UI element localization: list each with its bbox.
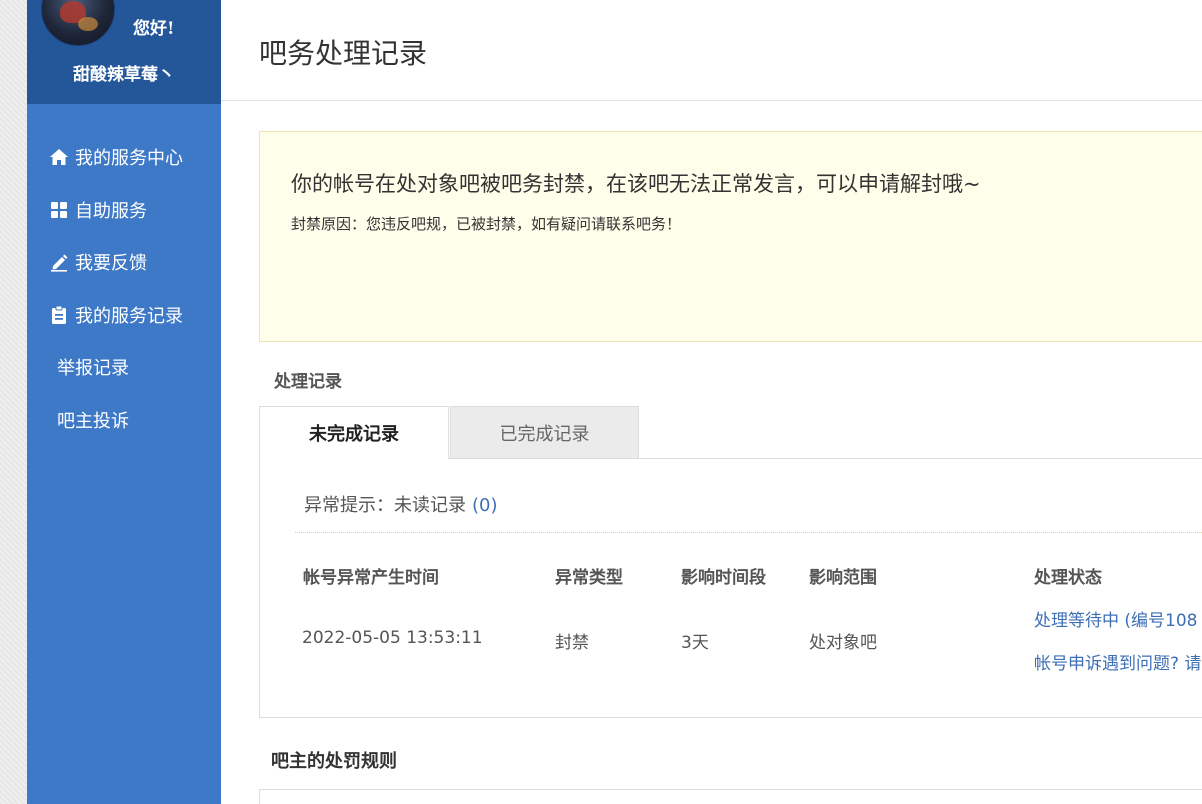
column-header-duration: 影响时间段 <box>681 568 766 588</box>
home-icon <box>49 147 69 167</box>
abnormal-tip-label: 异常提示：未读记录 <box>304 495 466 516</box>
user-panel: 您好! 甜酸辣草莓丶 <box>27 0 221 104</box>
column-header-time: 帐号异常产生时间 <box>303 568 439 588</box>
avatar[interactable] <box>41 0 115 46</box>
sidebar: 您好! 甜酸辣草莓丶 我的服务中心 自助服务 我要反馈 我的服务记录 举报记录 … <box>27 0 221 804</box>
section-label: 处理记录 <box>274 372 342 392</box>
background-strip <box>0 0 27 804</box>
sidebar-item-self-service[interactable]: 自助服务 <box>27 184 221 237</box>
column-header-scope: 影响范围 <box>809 568 877 588</box>
edit-icon <box>49 252 69 272</box>
records-panel: 异常提示：未读记录 (0) 帐号异常产生时间 异常类型 影响时间段 影响范围 处理… <box>259 458 1202 718</box>
sidebar-item-feedback[interactable]: 我要反馈 <box>27 236 221 289</box>
unread-count-link[interactable]: (0) <box>472 495 498 516</box>
appeal-help-link[interactable]: 帐号申诉遇到问题? 请 <box>1034 649 1201 674</box>
notice-reason: 封禁原因：您违反吧规，已被封禁，如有疑问请联系吧务！ <box>291 215 682 233</box>
status-link[interactable]: 处理等待中 (编号108 <box>1034 606 1197 631</box>
sidebar-item-label: 我的服务中心 <box>75 148 183 170</box>
sidebar-nav: 我的服务中心 自助服务 我要反馈 我的服务记录 举报记录 吧主投诉 <box>27 131 221 446</box>
abnormal-tip: 异常提示：未读记录 (0) <box>304 491 498 517</box>
tab-completed[interactable]: 已完成记录 <box>450 406 639 458</box>
rules-panel <box>259 789 1202 804</box>
cell-duration: 3天 <box>681 633 709 653</box>
cell-scope: 处对象吧 <box>809 633 877 653</box>
tab-incomplete[interactable]: 未完成记录 <box>259 406 449 459</box>
greeting-text: 您好! <box>133 19 175 39</box>
username[interactable]: 甜酸辣草莓丶 <box>27 60 221 85</box>
cell-time: 2022-05-05 13:53:11 <box>302 628 483 648</box>
sidebar-item-label: 吧主投诉 <box>57 410 129 432</box>
sidebar-item-service-records[interactable]: 我的服务记录 <box>27 289 221 342</box>
sidebar-item-owner-complaint[interactable]: 吧主投诉 <box>27 394 221 447</box>
sidebar-item-label: 自助服务 <box>75 200 147 222</box>
divider <box>295 532 1202 533</box>
sidebar-item-label: 我要反馈 <box>75 253 147 275</box>
column-header-status: 处理状态 <box>1034 568 1102 588</box>
sidebar-item-label: 我的服务记录 <box>75 305 183 327</box>
notice-title: 你的帐号在处对象吧被吧务封禁，在该吧无法正常发言，可以申请解封哦~ <box>291 172 981 196</box>
main-content: 吧务处理记录 你的帐号在处对象吧被吧务封禁，在该吧无法正常发言，可以申请解封哦~… <box>221 0 1202 804</box>
main-header: 吧务处理记录 <box>221 0 1202 101</box>
page-title: 吧务处理记录 <box>259 37 428 70</box>
grid-icon <box>49 200 69 220</box>
cell-type: 封禁 <box>555 633 589 653</box>
rules-title: 吧主的处罚规则 <box>271 751 397 772</box>
page: 您好! 甜酸辣草莓丶 我的服务中心 自助服务 我要反馈 我的服务记录 举报记录 … <box>0 0 1202 804</box>
sidebar-item-report-records[interactable]: 举报记录 <box>27 341 221 394</box>
ban-notice: 你的帐号在处对象吧被吧务封禁，在该吧无法正常发言，可以申请解封哦~ 封禁原因：您… <box>259 131 1202 342</box>
sidebar-item-service-center[interactable]: 我的服务中心 <box>27 131 221 184</box>
sidebar-item-label: 举报记录 <box>57 358 129 380</box>
column-header-type: 异常类型 <box>555 568 623 588</box>
clipboard-icon <box>49 305 69 325</box>
